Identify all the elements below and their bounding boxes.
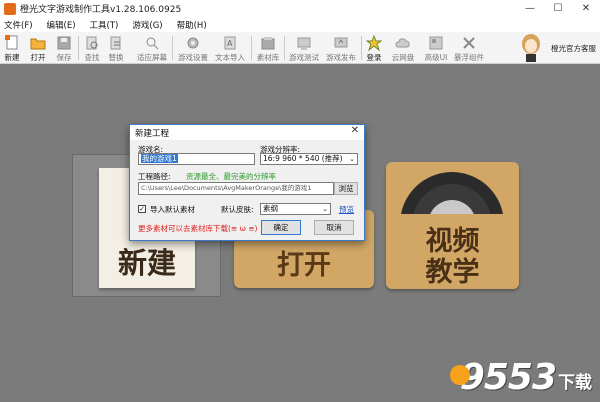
plugin-icon <box>461 35 477 51</box>
close-button[interactable]: ✕ <box>572 0 600 17</box>
new-file-icon <box>4 35 20 51</box>
toolbar-save-button[interactable]: 保存 <box>54 33 74 63</box>
open-tile-label: 打开 <box>277 250 331 281</box>
toolbar-separator <box>284 36 285 60</box>
import-default-assets-checkbox[interactable]: ✓ <box>138 205 146 213</box>
window-title: 橙光文字游戏制作工具v1.28.106.0925 <box>20 5 182 15</box>
dialog-title: 新建工程 <box>135 129 170 139</box>
menu-edit[interactable]: 编辑(E) <box>47 19 76 31</box>
game-name-input[interactable]: 我的游戏1 <box>138 153 255 165</box>
toolbar-login-button[interactable]: 登录 <box>364 33 384 63</box>
watermark-dot-icon <box>449 365 470 385</box>
app-window: 橙光文字游戏制作工具v1.28.106.0925 — ☐ ✕ 文件(F) 编辑(… <box>0 0 600 402</box>
cancel-button[interactable]: 取消 <box>314 220 354 235</box>
preview-link[interactable]: 预览 <box>339 204 354 215</box>
default-skin-select[interactable]: 素纲 ⌄ <box>260 203 331 215</box>
toolbar-separator <box>361 36 362 60</box>
import-default-assets-label: 导入默认素材 <box>150 205 195 214</box>
toolbar-game-settings-button[interactable]: 游戏设置 <box>176 33 210 63</box>
library-icon <box>260 35 276 51</box>
dialog-title-bar: 新建工程 ✕ <box>130 125 364 140</box>
fit-screen-icon <box>144 35 160 51</box>
advanced-ui-icon <box>428 35 444 51</box>
toolbar-replace-button[interactable]: 替换 <box>106 33 126 63</box>
toolbar-plugin-button[interactable]: 暴浮组件 <box>452 33 486 63</box>
menu-file[interactable]: 文件(F) <box>4 19 33 31</box>
publish-icon <box>333 35 349 51</box>
title-bar: 橙光文字游戏制作工具v1.28.106.0925 — ☐ ✕ <box>0 0 600 17</box>
new-tile-label: 新建 <box>117 246 176 280</box>
toolbar-open-button[interactable]: 打开 <box>28 33 48 63</box>
resolution-select[interactable]: 16:9 960 * 540 (推荐) ⌄ <box>260 153 358 165</box>
ok-button[interactable]: 确定 <box>261 220 301 235</box>
mascot-avatar-icon[interactable] <box>520 33 542 63</box>
menu-tools[interactable]: 工具(T) <box>90 19 119 31</box>
minimize-button[interactable]: — <box>516 0 544 17</box>
toolbar-separator <box>251 36 252 60</box>
resolution-hint: 资源最全、最完美的分辨率 <box>186 172 276 181</box>
toolbar-fit-screen-button[interactable]: 适应屏幕 <box>135 33 169 63</box>
menu-bar: 文件(F) 编辑(E) 工具(T) 游戏(G) 帮助(H) <box>0 17 600 32</box>
save-icon <box>56 35 72 51</box>
browse-button[interactable]: 浏览 <box>334 182 358 195</box>
app-logo-icon <box>4 2 16 15</box>
find-icon <box>84 35 100 51</box>
chevron-down-icon: ⌄ <box>322 205 328 213</box>
toolbar-new-button[interactable]: 新建 <box>2 33 22 63</box>
login-icon <box>366 35 382 51</box>
project-path-input[interactable]: C:\Users\Lee\Documents\AvgMakerOrange\我的… <box>138 182 334 195</box>
toolbar-advanced-ui-button[interactable]: 高级UI <box>422 33 450 63</box>
watermark-number: 9553 <box>459 357 557 398</box>
watermark-suffix: 下载 <box>558 373 592 393</box>
replace-icon <box>108 35 124 51</box>
more-assets-hint: 更多素材可以去素材库下载(≡ ω ≡) <box>138 224 258 233</box>
video-tile-label: 视频 教学 <box>425 226 480 288</box>
gear-icon <box>185 35 201 51</box>
toolbar-find-button[interactable]: 查找 <box>82 33 102 63</box>
watermark: 9553 下载 <box>449 357 592 398</box>
dialog-close-button[interactable]: ✕ <box>351 125 359 136</box>
maximize-button[interactable]: ☐ <box>544 0 572 17</box>
toolbar-text-import-button[interactable]: A 文本导入 <box>213 33 247 63</box>
toolbar-game-test-button[interactable]: 游戏测试 <box>287 33 321 63</box>
toolbar-library-button[interactable]: 素材库 <box>255 33 281 63</box>
text-import-icon: A <box>222 35 238 51</box>
window-controls: — ☐ ✕ <box>516 0 600 17</box>
game-name-value: 我的游戏1 <box>141 154 178 163</box>
video-tutorial-tile[interactable]: 视频 教学 <box>386 162 519 289</box>
toolbar-separator <box>78 36 79 60</box>
project-path-label: 工程路径: <box>138 172 171 181</box>
toolbar-separator <box>172 36 173 60</box>
chevron-down-icon: ⌄ <box>349 155 355 163</box>
cloud-icon <box>395 35 411 51</box>
toolbar: 新建 打开 保存 查找 替换 适应屏幕 游戏设置 A 文本导入 素材库 游戏测试… <box>0 32 600 64</box>
menu-game[interactable]: 游戏(G) <box>132 19 162 31</box>
test-icon <box>296 35 312 51</box>
toolbar-cloud-button[interactable]: 云网盘 <box>390 33 416 63</box>
toolbar-game-publish-button[interactable]: 游戏发布 <box>324 33 358 63</box>
svg-text:A: A <box>227 39 233 48</box>
folder-icon <box>30 35 46 51</box>
customer-service-link[interactable]: 橙光官方客服 <box>551 43 596 54</box>
default-skin-label: 默认皮肤: <box>221 205 254 214</box>
menu-help[interactable]: 帮助(H) <box>177 19 207 31</box>
new-project-dialog: 新建工程 ✕ 游戏名: 我的游戏1 游戏分辨率: 16:9 960 * 540 … <box>129 124 365 241</box>
disc-icon <box>386 172 519 232</box>
